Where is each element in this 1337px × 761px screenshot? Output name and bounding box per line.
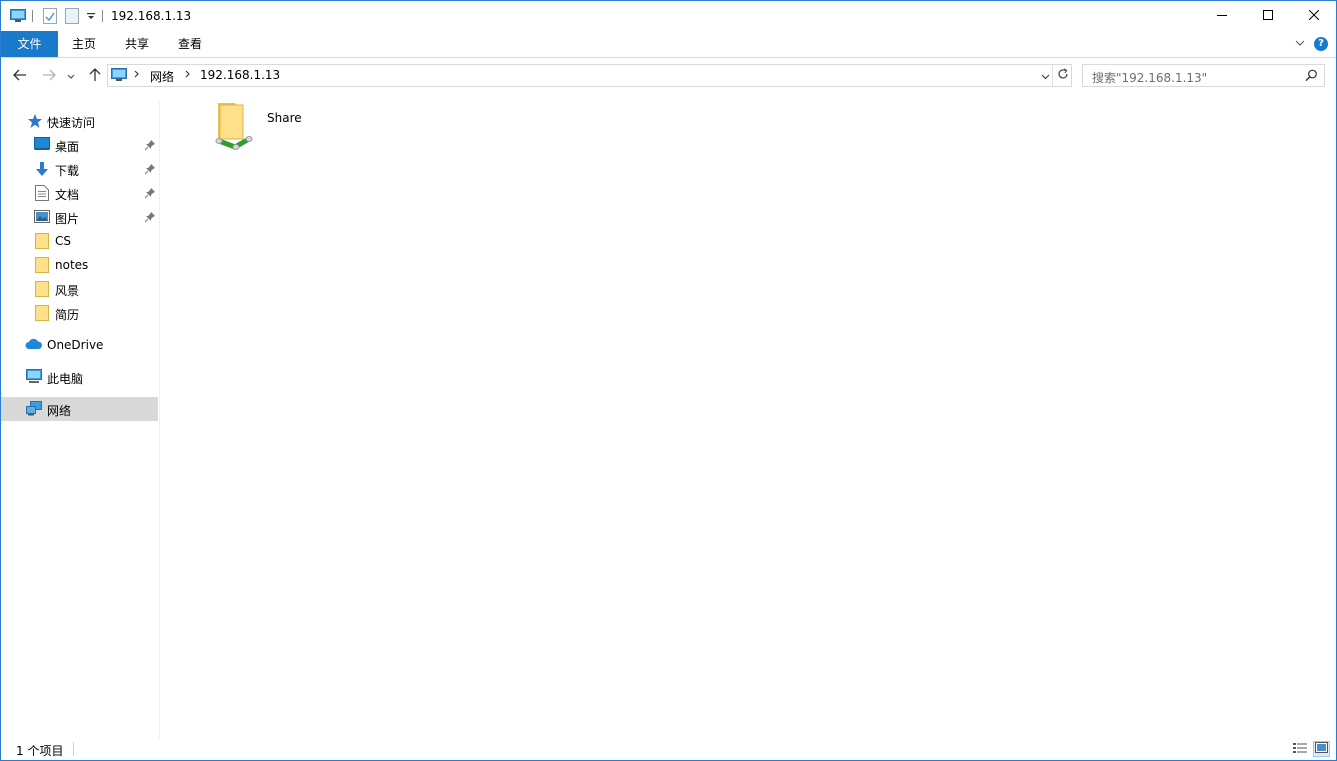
customize-dropdown-icon[interactable] <box>86 7 96 25</box>
desktop-icon <box>34 137 50 153</box>
address-dropdown-button[interactable] <box>1038 65 1052 86</box>
breadcrumb-network[interactable]: 网络 <box>150 68 174 85</box>
separator <box>32 10 33 22</box>
sidebar-item-notes[interactable]: notes <box>1 253 158 277</box>
search-placeholder: 搜索"192.168.1.13" <box>1092 71 1208 85</box>
separator <box>73 742 74 756</box>
sidebar-item-label: OneDrive <box>47 338 104 352</box>
back-button[interactable] <box>10 66 30 86</box>
file-list: Share <box>161 93 1336 739</box>
tab-share[interactable]: 共享 <box>114 31 160 57</box>
sidebar-item-label: 简历 <box>55 308 80 322</box>
chevron-right-icon[interactable] <box>133 68 141 83</box>
pin-icon <box>144 211 156 223</box>
cloud-icon <box>25 338 42 354</box>
close-icon <box>1308 9 1320 23</box>
arrow-up-icon <box>89 67 101 85</box>
item-name: Share <box>267 111 302 125</box>
chevron-down-icon <box>1041 69 1050 83</box>
details-view-button[interactable] <box>1291 741 1308 757</box>
tab-view[interactable]: 查看 <box>167 31 213 57</box>
close-button[interactable] <box>1291 1 1337 31</box>
folder-icon <box>35 233 51 249</box>
maximize-icon <box>1263 9 1273 23</box>
separator <box>102 10 103 22</box>
ribbon-tabs: 文件 主页 共享 查看 ? <box>1 31 1336 58</box>
sidebar-item-label: 文档 <box>55 188 80 202</box>
sidebar-item-onedrive[interactable]: OneDrive <box>1 333 158 357</box>
sidebar-item-scenery[interactable]: 风景 <box>1 277 158 301</box>
folder-icon <box>35 281 51 297</box>
sidebar-item-network[interactable]: 网络 <box>1 397 158 421</box>
window-title: 192.168.1.13 <box>111 9 192 23</box>
tab-file[interactable]: 文件 <box>1 31 58 57</box>
up-button[interactable] <box>85 66 105 86</box>
chevron-right-icon[interactable] <box>184 68 192 83</box>
title-bar: 192.168.1.13 <box>1 1 1336 31</box>
sidebar-item-label: 图片 <box>55 212 80 226</box>
sidebar-item-this-pc[interactable]: 此电脑 <box>1 365 158 389</box>
arrow-right-icon <box>42 69 56 84</box>
expand-ribbon-icon[interactable] <box>1294 37 1306 49</box>
large-icons-view-icon <box>1315 742 1328 756</box>
recent-locations-button[interactable] <box>64 66 78 86</box>
pin-icon <box>144 139 156 151</box>
sidebar-item-documents[interactable]: 文档 <box>1 181 158 205</box>
status-bar: 1 个项目 <box>1 739 1336 760</box>
sidebar-item-cs[interactable]: CS <box>1 229 158 253</box>
navigation-bar: 网络 192.168.1.13 搜索"192.168.1.13" <box>1 59 1336 93</box>
large-icons-view-button[interactable] <box>1313 741 1330 757</box>
details-view-icon <box>1292 742 1307 757</box>
folder-icon <box>35 305 51 321</box>
computer-icon[interactable] <box>10 7 26 25</box>
sidebar-item-label: CS <box>55 234 71 248</box>
maximize-button[interactable] <box>1245 1 1291 31</box>
sidebar-item-downloads[interactable]: 下载 <box>1 157 158 181</box>
sidebar-item-pictures[interactable]: 图片 <box>1 205 158 229</box>
tab-home[interactable]: 主页 <box>61 31 107 57</box>
star-icon <box>27 113 43 129</box>
explorer-window: 192.168.1.13 文件 主页 共享 查看 ? 网络 192.168.1.… <box>0 0 1337 761</box>
search-icon[interactable] <box>1305 69 1318 85</box>
chevron-down-icon <box>67 69 75 83</box>
minimize-icon <box>1217 9 1227 23</box>
sidebar-item-desktop[interactable]: 桌面 <box>1 133 158 157</box>
address-bar[interactable]: 网络 192.168.1.13 <box>107 64 1072 87</box>
sidebar-item-resume[interactable]: 简历 <box>1 301 158 325</box>
help-button[interactable]: ? <box>1314 37 1328 51</box>
properties-icon[interactable] <box>43 7 57 25</box>
navigation-pane: 快速访问 桌面 下载 文档 图片 CS notes 风景 简历 OneDrive… <box>1 101 160 739</box>
refresh-icon <box>1057 68 1069 83</box>
pin-icon <box>144 187 156 199</box>
sidebar-item-label: 网络 <box>47 404 72 418</box>
network-share-icon <box>213 101 253 154</box>
sidebar-item-label: 快速访问 <box>47 116 96 130</box>
sidebar-item-label: 桌面 <box>55 140 80 154</box>
download-icon <box>34 161 50 177</box>
item-count: 1 个项目 <box>16 744 64 758</box>
search-input[interactable]: 搜索"192.168.1.13" <box>1082 64 1325 87</box>
separator <box>1052 65 1053 86</box>
minimize-button[interactable] <box>1199 1 1245 31</box>
computer-icon <box>111 68 127 85</box>
breadcrumb-host[interactable]: 192.168.1.13 <box>200 68 280 82</box>
sidebar-item-label: notes <box>55 258 89 272</box>
sidebar-item-label: 下载 <box>55 164 80 178</box>
sidebar-item-label: 风景 <box>55 284 80 298</box>
new-folder-icon[interactable] <box>65 7 79 25</box>
forward-button[interactable] <box>39 66 59 86</box>
list-item-share[interactable]: Share <box>211 101 331 153</box>
document-icon <box>35 185 51 201</box>
refresh-button[interactable] <box>1054 65 1071 86</box>
sidebar-item-quick-access[interactable]: 快速访问 <box>1 109 158 133</box>
sidebar-item-label: 此电脑 <box>47 372 84 386</box>
arrow-left-icon <box>13 69 27 84</box>
computer-icon <box>26 369 42 385</box>
network-icon <box>26 401 42 417</box>
pictures-icon <box>34 210 50 226</box>
pin-icon <box>144 163 156 175</box>
folder-icon <box>35 257 51 273</box>
